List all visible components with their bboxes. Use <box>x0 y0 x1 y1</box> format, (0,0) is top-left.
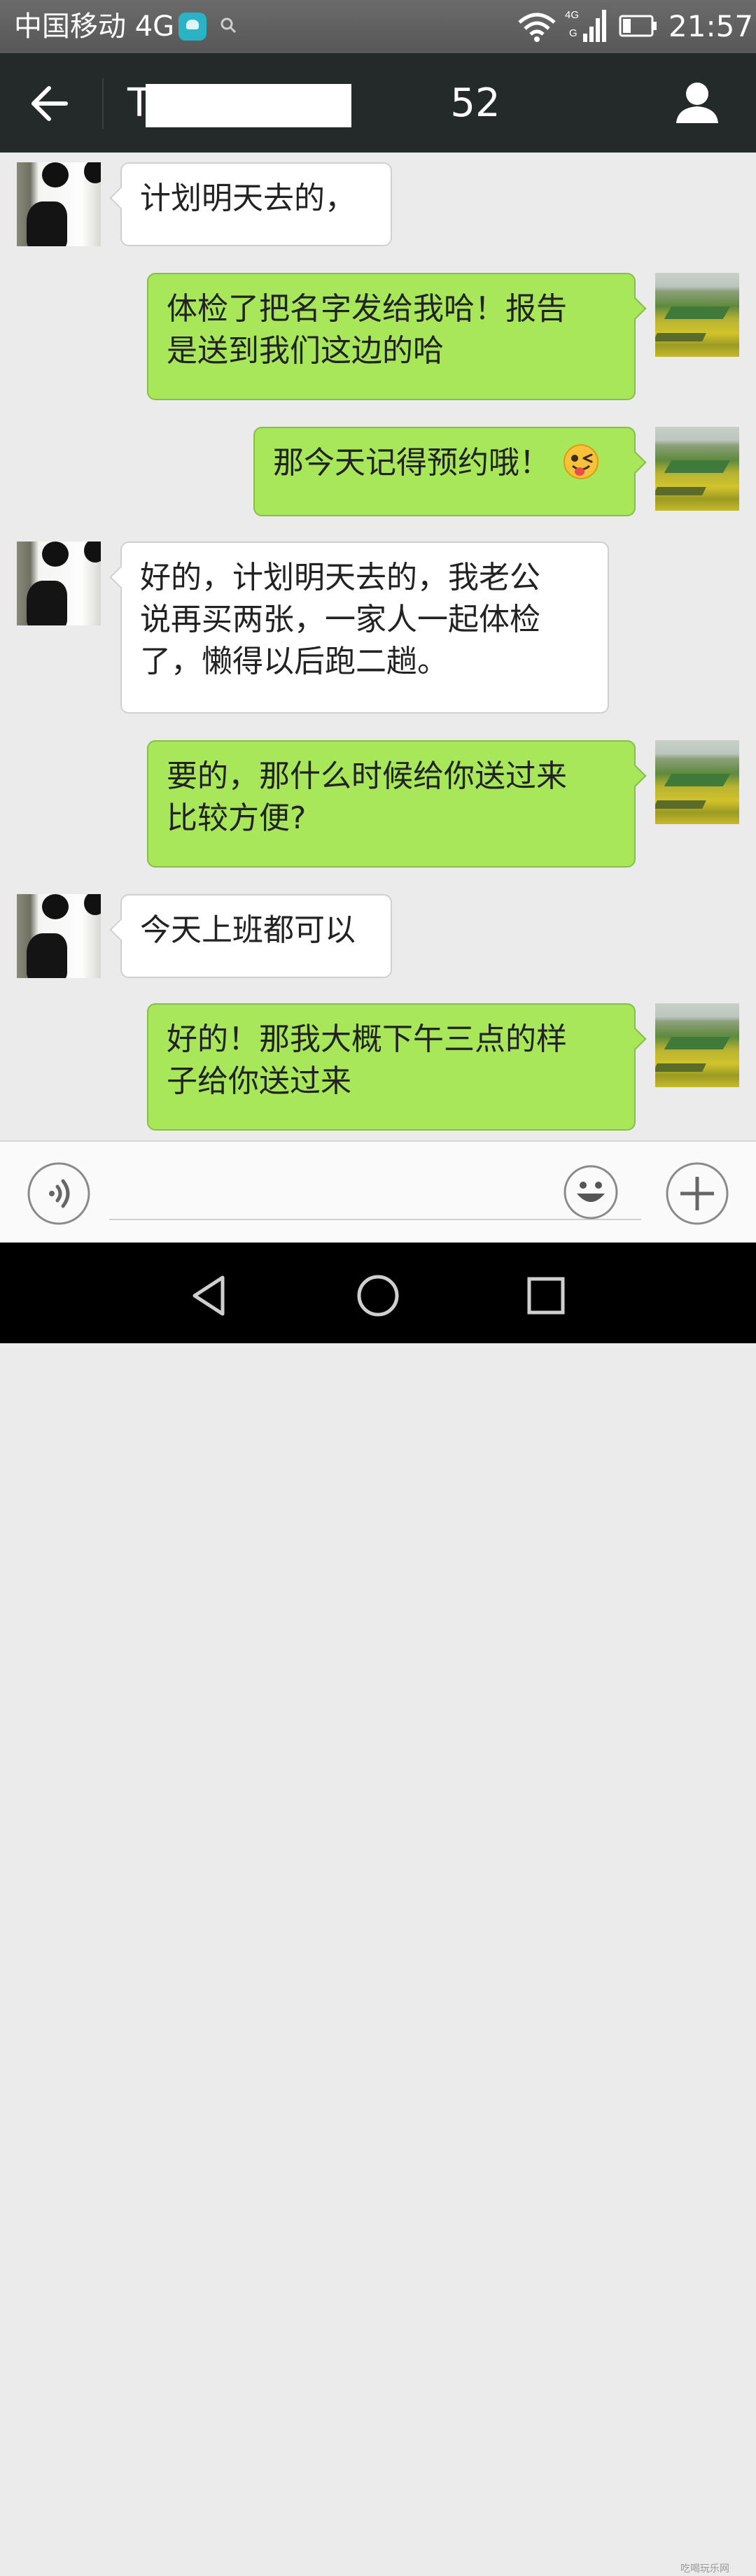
system-navigation-bar: 吃喝玩乐网 <box>0 1243 756 2575</box>
smiley-icon <box>564 1165 618 1219</box>
message-bubble-incoming[interactable]: 好的，计划明天去的，我老公 说再买两张，一家人一起体检 了，懒得以后跑二趟。 <box>120 542 609 714</box>
message-bubble-outgoing[interactable]: 体检了把名字发给我哈！报告 是送到我们这边的哈 <box>147 273 636 400</box>
contact-avatar[interactable] <box>17 894 101 978</box>
message-text: 今天上班都可以 <box>140 912 356 948</box>
redaction-box <box>146 84 351 127</box>
square-recents-icon[interactable] <box>524 1273 568 1318</box>
search-icon <box>220 17 237 34</box>
arrow-left-icon <box>31 86 68 121</box>
signal-icon: 4G G <box>565 9 606 42</box>
message-text: 那今天记得预约哦！ <box>273 445 550 481</box>
my-avatar[interactable] <box>655 427 739 511</box>
message-text: 要的，那什么时候给你送过来 比较方便? <box>167 758 567 836</box>
profile-button[interactable] <box>673 78 721 126</box>
message-text: 好的，计划明天去的，我老公 说再买两张，一家人一起体检 了，懒得以后跑二趟。 <box>140 560 540 679</box>
watermark: 吃喝玩乐网 <box>680 2563 729 2575</box>
message-text: 好的！那我大概下午三点的样 子给你送过来 <box>167 1021 567 1099</box>
person-icon <box>676 83 718 123</box>
circle-home-icon[interactable] <box>356 1273 400 1318</box>
chat-header: T 52 <box>0 53 756 153</box>
status-bar: 中国移动 4G 4G G 21:57 <box>0 0 756 53</box>
battery-icon <box>619 15 657 37</box>
contact-avatar[interactable] <box>17 162 101 246</box>
message-bubble-incoming[interactable]: 计划明天去的， <box>120 162 392 246</box>
my-avatar[interactable] <box>655 1003 739 1087</box>
more-button[interactable] <box>665 1161 729 1226</box>
network-badge-top: 4G <box>565 9 579 21</box>
my-avatar[interactable] <box>655 740 739 824</box>
emoji-button[interactable] <box>563 1164 619 1220</box>
winking-tongue-emoji-icon <box>564 444 598 479</box>
triangle-back-icon[interactable] <box>188 1273 232 1318</box>
message-bubble-incoming[interactable]: 今天上班都可以 <box>120 894 392 978</box>
carrier-label: 中国移动 4G <box>14 10 175 43</box>
voice-button[interactable] <box>27 1161 91 1226</box>
message-text: 体检了把名字发给我哈！报告 是送到我们这边的哈 <box>167 291 567 369</box>
message-list[interactable]: 计划明天去的， 体检了把名字发给我哈！报告 是送到我们这边的哈 那今天记得预约哦… <box>0 153 756 1140</box>
header-divider <box>102 78 104 129</box>
clock: 21:57 <box>668 9 754 43</box>
message-bubble-outgoing[interactable]: 好的！那我大概下午三点的样 子给你送过来 <box>147 1003 636 1131</box>
my-avatar[interactable] <box>655 273 739 357</box>
message-bubble-outgoing[interactable]: 要的，那什么时候给你送过来 比较方便? <box>147 740 636 868</box>
plus-icon <box>666 1162 729 1225</box>
message-text: 计划明天去的， <box>140 181 356 216</box>
voice-icon <box>27 1162 90 1225</box>
message-bubble-outgoing[interactable]: 那今天记得预约哦！ <box>253 427 636 516</box>
huawei-app-icon <box>178 13 206 41</box>
input-bar <box>0 1140 756 1244</box>
wifi-icon <box>518 13 556 42</box>
message-input[interactable] <box>109 1170 641 1220</box>
back-button[interactable] <box>29 83 71 125</box>
network-badge-bottom: G <box>569 27 578 39</box>
contact-avatar[interactable] <box>17 542 101 625</box>
